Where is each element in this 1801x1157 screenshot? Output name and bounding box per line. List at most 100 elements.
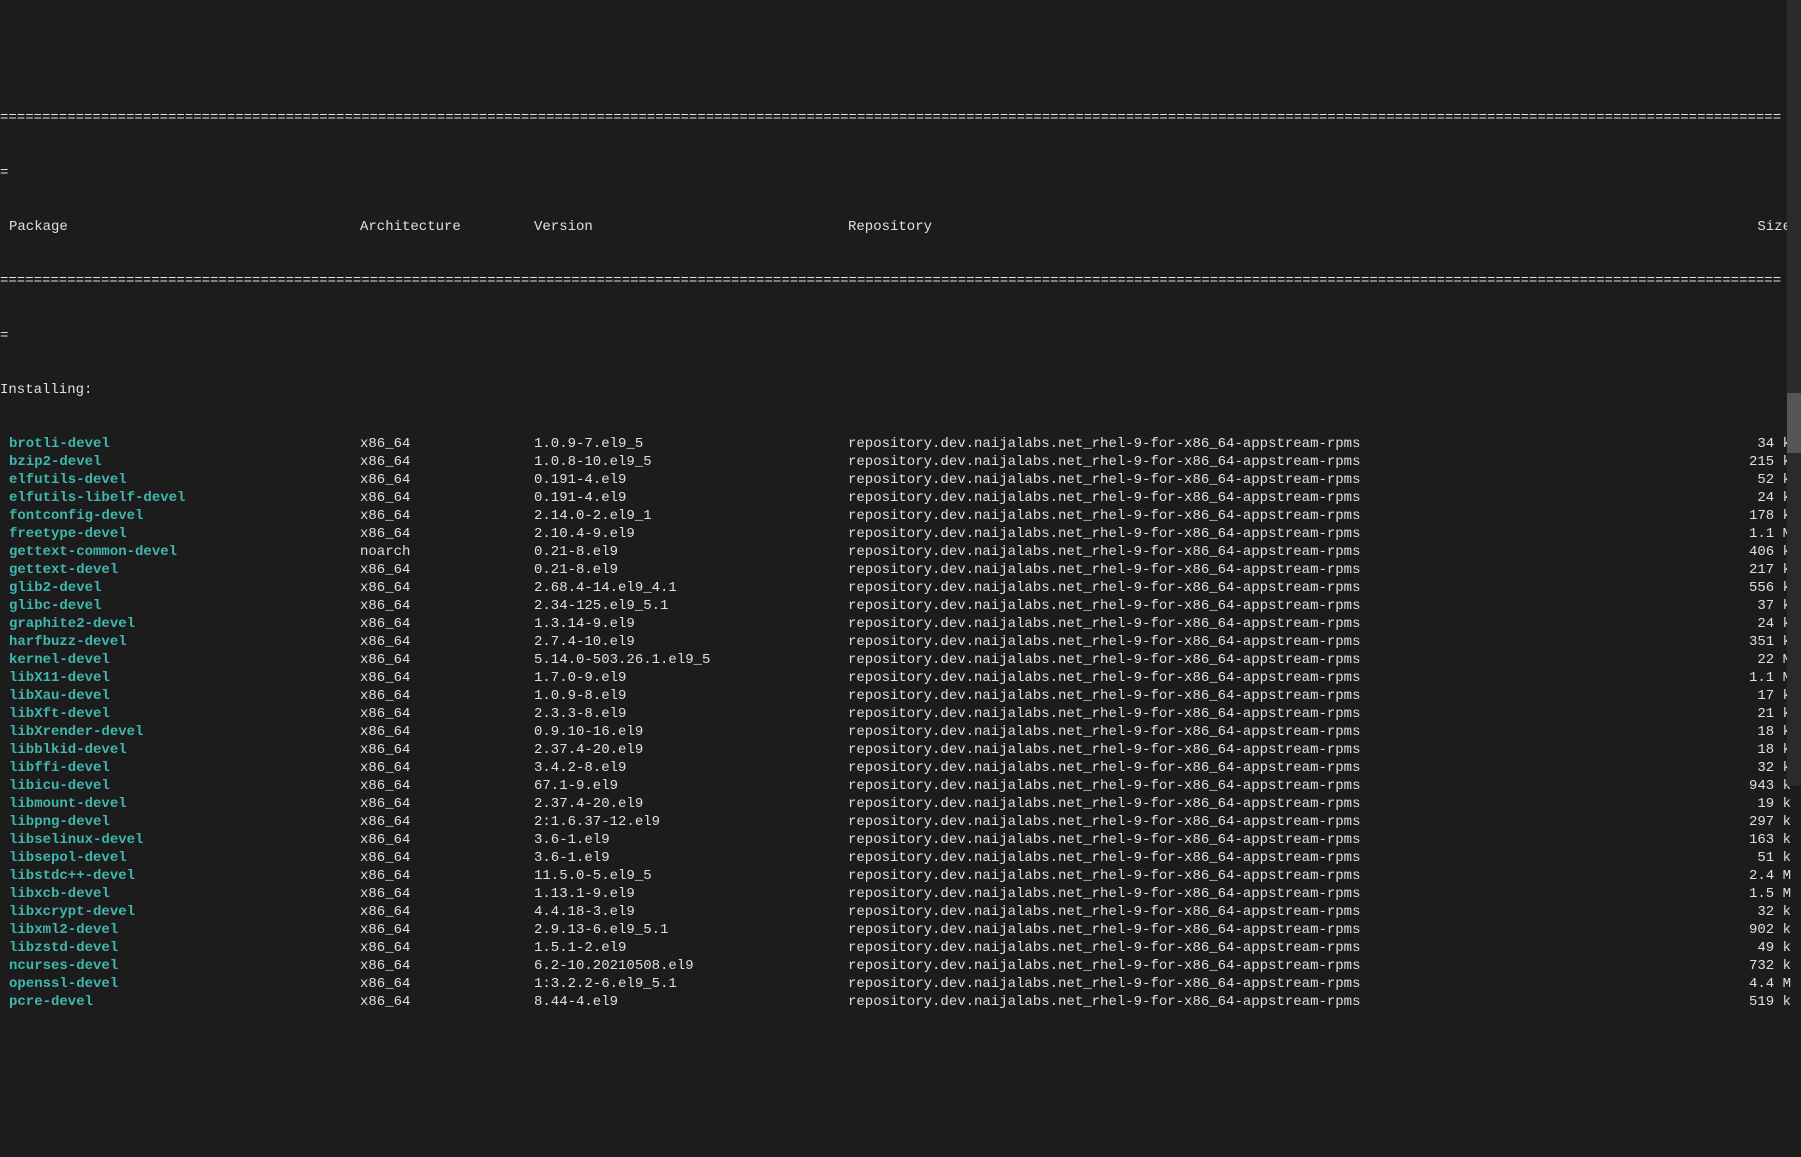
package-name: harfbuzz-devel [0, 633, 360, 651]
package-row: libstdc++-develx86_6411.5.0-5.el9_5repos… [0, 867, 1801, 885]
package-row: libffi-develx86_643.4.2-8.el9repository.… [0, 759, 1801, 777]
package-repo: repository.dev.naijalabs.net_rhel-9-for-… [848, 975, 1468, 993]
package-size: 4.4 M [1468, 975, 1801, 993]
package-version: 0.9.10-16.el9 [534, 723, 848, 741]
divider-mid-cont: = [0, 327, 1801, 345]
package-version: 1:3.2.2-6.el9_5.1 [534, 975, 848, 993]
package-repo: repository.dev.naijalabs.net_rhel-9-for-… [848, 543, 1468, 561]
package-size: 178 k [1468, 507, 1801, 525]
package-size: 34 k [1468, 435, 1801, 453]
package-arch: x86_64 [360, 687, 534, 705]
package-name: ncurses-devel [0, 957, 360, 975]
package-name: libicu-devel [0, 777, 360, 795]
package-name: libXrender-devel [0, 723, 360, 741]
package-version: 3.6-1.el9 [534, 831, 848, 849]
package-size: 215 k [1468, 453, 1801, 471]
package-repo: repository.dev.naijalabs.net_rhel-9-for-… [848, 831, 1468, 849]
package-arch: x86_64 [360, 975, 534, 993]
package-repo: repository.dev.naijalabs.net_rhel-9-for-… [848, 741, 1468, 759]
package-name: libX11-devel [0, 669, 360, 687]
scrollbar[interactable] [1787, 0, 1801, 786]
package-name: libblkid-devel [0, 741, 360, 759]
package-row: fontconfig-develx86_642.14.0-2.el9_1repo… [0, 507, 1801, 525]
package-size: 519 k [1468, 993, 1801, 1011]
package-size: 406 k [1468, 543, 1801, 561]
package-arch: x86_64 [360, 471, 534, 489]
package-repo: repository.dev.naijalabs.net_rhel-9-for-… [848, 813, 1468, 831]
package-row: bzip2-develx86_641.0.8-10.el9_5repositor… [0, 453, 1801, 471]
package-version: 1.0.9-7.el9_5 [534, 435, 848, 453]
package-version: 2.7.4-10.el9 [534, 633, 848, 651]
header-version: Version [534, 218, 848, 236]
divider-top-cont: = [0, 164, 1801, 182]
package-version: 0.21-8.el9 [534, 561, 848, 579]
package-size: 18 k [1468, 741, 1801, 759]
package-name: kernel-devel [0, 651, 360, 669]
package-row: openssl-develx86_641:3.2.2-6.el9_5.1repo… [0, 975, 1801, 993]
header-package: Package [0, 218, 360, 236]
package-arch: x86_64 [360, 939, 534, 957]
package-row: libicu-develx86_6467.1-9.el9repository.d… [0, 777, 1801, 795]
package-size: 297 k [1468, 813, 1801, 831]
package-size: 52 k [1468, 471, 1801, 489]
package-version: 2.34-125.el9_5.1 [534, 597, 848, 615]
package-repo: repository.dev.naijalabs.net_rhel-9-for-… [848, 597, 1468, 615]
package-version: 2:1.6.37-12.el9 [534, 813, 848, 831]
package-arch: x86_64 [360, 885, 534, 903]
scrollbar-thumb[interactable] [1787, 393, 1801, 453]
package-name: libxcrypt-devel [0, 903, 360, 921]
package-size: 732 k [1468, 957, 1801, 975]
package-arch: x86_64 [360, 597, 534, 615]
package-arch: x86_64 [360, 795, 534, 813]
package-repo: repository.dev.naijalabs.net_rhel-9-for-… [848, 615, 1468, 633]
package-row: libsepol-develx86_643.6-1.el9repository.… [0, 849, 1801, 867]
package-size: 217 k [1468, 561, 1801, 579]
package-version: 0.191-4.el9 [534, 489, 848, 507]
package-repo: repository.dev.naijalabs.net_rhel-9-for-… [848, 651, 1468, 669]
package-version: 2.37.4-20.el9 [534, 741, 848, 759]
package-name: glibc-devel [0, 597, 360, 615]
package-name: libXft-devel [0, 705, 360, 723]
package-repo: repository.dev.naijalabs.net_rhel-9-for-… [848, 633, 1468, 651]
package-repo: repository.dev.naijalabs.net_rhel-9-for-… [848, 507, 1468, 525]
package-version: 2.14.0-2.el9_1 [534, 507, 848, 525]
package-row: libblkid-develx86_642.37.4-20.el9reposit… [0, 741, 1801, 759]
package-size: 51 k [1468, 849, 1801, 867]
package-version: 3.6-1.el9 [534, 849, 848, 867]
package-row: libX11-develx86_641.7.0-9.el9repository.… [0, 669, 1801, 687]
package-arch: x86_64 [360, 993, 534, 1011]
package-arch: x86_64 [360, 453, 534, 471]
package-version: 5.14.0-503.26.1.el9_5 [534, 651, 848, 669]
package-size: 1.5 M [1468, 885, 1801, 903]
package-version: 1.3.14-9.el9 [534, 615, 848, 633]
package-row: libxcb-develx86_641.13.1-9.el9repository… [0, 885, 1801, 903]
package-version: 2.9.13-6.el9_5.1 [534, 921, 848, 939]
divider-top: ========================================… [0, 109, 1801, 127]
package-repo: repository.dev.naijalabs.net_rhel-9-for-… [848, 885, 1468, 903]
package-size: 24 k [1468, 489, 1801, 507]
divider-mid: ========================================… [0, 272, 1801, 290]
package-name: libXau-devel [0, 687, 360, 705]
package-name: gettext-devel [0, 561, 360, 579]
package-version: 8.44-4.el9 [534, 993, 848, 1011]
package-row: brotli-develx86_641.0.9-7.el9_5repositor… [0, 435, 1801, 453]
header-repository: Repository [848, 218, 1468, 236]
package-size: 24 k [1468, 615, 1801, 633]
package-row: graphite2-develx86_641.3.14-9.el9reposit… [0, 615, 1801, 633]
package-arch: x86_64 [360, 669, 534, 687]
package-size: 17 k [1468, 687, 1801, 705]
header-row: Package Architecture Version Repository … [0, 218, 1801, 236]
package-repo: repository.dev.naijalabs.net_rhel-9-for-… [848, 921, 1468, 939]
package-row: elfutils-libelf-develx86_640.191-4.el9re… [0, 489, 1801, 507]
package-name: openssl-devel [0, 975, 360, 993]
package-arch: noarch [360, 543, 534, 561]
package-version: 1.0.8-10.el9_5 [534, 453, 848, 471]
package-arch: x86_64 [360, 921, 534, 939]
package-row: libXau-develx86_641.0.9-8.el9repository.… [0, 687, 1801, 705]
package-row: libpng-develx86_642:1.6.37-12.el9reposit… [0, 813, 1801, 831]
package-size: 32 k [1468, 903, 1801, 921]
package-name: bzip2-devel [0, 453, 360, 471]
package-repo: repository.dev.naijalabs.net_rhel-9-for-… [848, 849, 1468, 867]
package-size: 37 k [1468, 597, 1801, 615]
package-repo: repository.dev.naijalabs.net_rhel-9-for-… [848, 957, 1468, 975]
